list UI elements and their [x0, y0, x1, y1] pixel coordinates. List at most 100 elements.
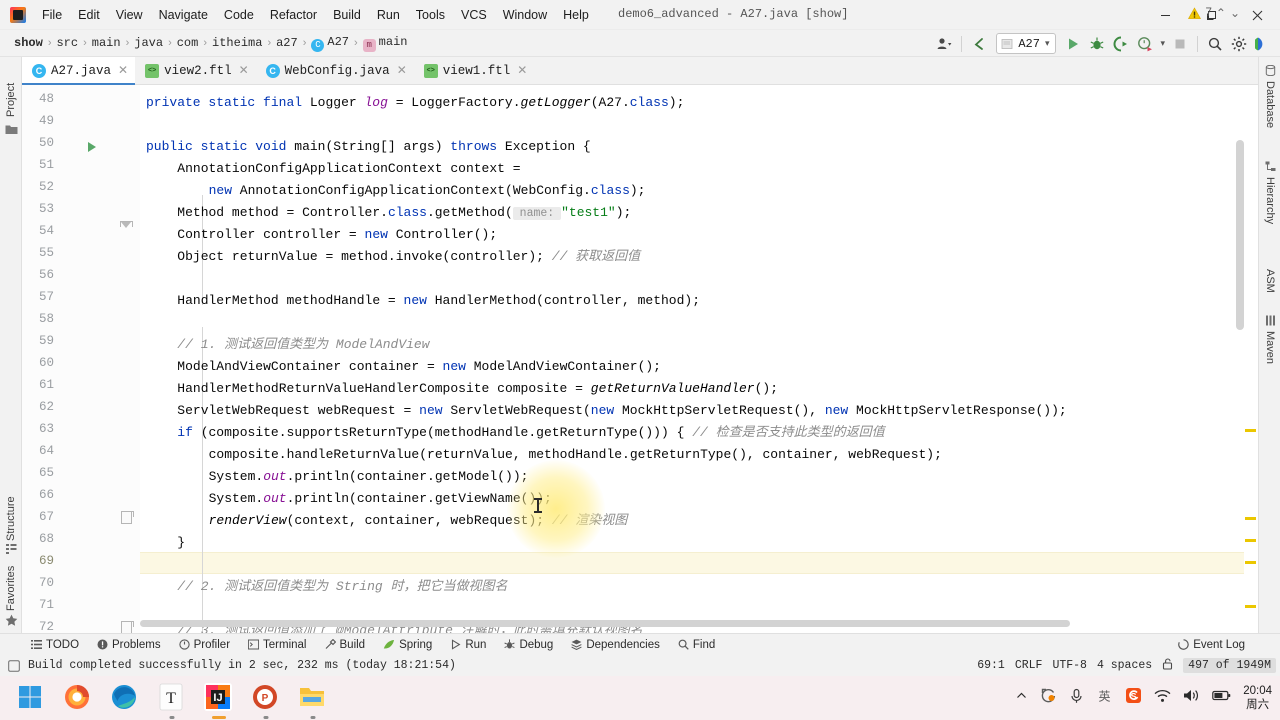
- code-line[interactable]: if (composite.supportsReturnType(methodH…: [177, 422, 884, 444]
- firefox-icon[interactable]: [63, 683, 93, 713]
- inspection-widget[interactable]: 7 ⌃ ⌄: [1188, 6, 1240, 20]
- warning-marker[interactable]: [1245, 605, 1256, 608]
- next-problem-icon[interactable]: ⌄: [1230, 6, 1240, 20]
- analysis-marker-gutter[interactable]: [1244, 85, 1258, 641]
- fold-marker-method[interactable]: [120, 221, 133, 233]
- warning-marker[interactable]: [1245, 539, 1256, 542]
- menu-file[interactable]: File: [34, 4, 70, 26]
- caret-position[interactable]: 69:1: [977, 659, 1005, 672]
- powerpoint-icon[interactable]: P: [251, 683, 281, 719]
- code-line[interactable]: }: [177, 532, 185, 554]
- close-tab-icon[interactable]: ✕: [395, 63, 407, 78]
- user-settings-button[interactable]: [933, 33, 955, 55]
- warning-marker[interactable]: [1245, 429, 1256, 432]
- ide-updates-button[interactable]: [1252, 33, 1274, 55]
- profiler-chevron-down-icon[interactable]: ▾: [1160, 38, 1165, 49]
- profiler-run-button[interactable]: [1134, 33, 1156, 55]
- intellij-idea-icon[interactable]: IJ: [204, 683, 234, 719]
- menu-edit[interactable]: Edit: [70, 4, 108, 26]
- volume-icon[interactable]: [1183, 688, 1200, 708]
- wifi-icon[interactable]: [1154, 689, 1171, 708]
- unlocked-icon[interactable]: [1162, 657, 1173, 674]
- breadcrumb-item-java[interactable]: java: [130, 34, 167, 52]
- settings-button[interactable]: [1228, 33, 1250, 55]
- sidebar-item-favorites[interactable]: Favorites: [0, 549, 22, 611]
- code-editor[interactable]: 48 49 50 51 52 53 54 55 56 57 58 59 60 61 62 63 64 65 66 67…: [22, 85, 1258, 633]
- sidebar-item-maven[interactable]: Maven: [1259, 331, 1280, 381]
- breadcrumb-item-com[interactable]: com: [173, 34, 203, 52]
- code-line[interactable]: composite.handleReturnValue(returnValue,…: [209, 444, 942, 466]
- warning-marker[interactable]: [1245, 517, 1256, 520]
- menu-refactor[interactable]: Refactor: [262, 4, 325, 26]
- sogou-pinyin-icon[interactable]: S: [1125, 687, 1142, 709]
- stop-button[interactable]: [1169, 33, 1191, 55]
- start-windows-icon[interactable]: [16, 683, 46, 713]
- code-line[interactable]: renderView(context, container, webReques…: [209, 510, 628, 532]
- code-line[interactable]: // 2. 测试返回值类型为 String 时，把它当做视图名: [177, 576, 507, 598]
- code-line[interactable]: HandlerMethod methodHandle = new Handler…: [177, 290, 700, 312]
- breadcrumb-item-main[interactable]: main: [88, 34, 125, 52]
- taskbar-clock[interactable]: 20:04 周六: [1243, 684, 1272, 713]
- tool-button-find[interactable]: Find: [669, 639, 724, 651]
- back-button[interactable]: [968, 33, 990, 55]
- sidebar-item-hierarchy[interactable]: Hierarchy: [1259, 177, 1280, 247]
- breadcrumb-item-class[interactable]: C A27: [307, 33, 353, 54]
- tool-button-run[interactable]: Run: [441, 639, 495, 651]
- breadcrumb-item-a27[interactable]: a27: [272, 34, 302, 52]
- code-line[interactable]: Controller controller = new Controller()…: [177, 224, 497, 246]
- run-configuration-selector[interactable]: A27 ▾: [996, 33, 1057, 54]
- run-button[interactable]: [1062, 33, 1084, 55]
- indent-setting[interactable]: 4 spaces: [1097, 659, 1152, 672]
- close-tab-icon[interactable]: ✕: [237, 63, 249, 78]
- code-line[interactable]: System.out.println(container.getViewName…: [209, 488, 552, 510]
- code-line[interactable]: private static final Logger log = Logger…: [146, 92, 684, 114]
- code-line[interactable]: Object returnValue = method.invoke(contr…: [177, 246, 640, 268]
- sidebar-item-asm[interactable]: ASM: [1259, 269, 1280, 309]
- file-explorer-icon[interactable]: [298, 683, 328, 719]
- tool-button-spring[interactable]: Spring: [374, 639, 441, 651]
- sidebar-item-database[interactable]: Database: [1259, 81, 1280, 145]
- microphone-icon[interactable]: [1069, 688, 1084, 709]
- editor-tab-view2-ftl[interactable]: <> view2.ftl ✕: [135, 57, 256, 84]
- menu-build[interactable]: Build: [325, 4, 369, 26]
- fold-marker-block[interactable]: [121, 621, 134, 633]
- sidebar-item-structure[interactable]: Structure: [0, 479, 22, 541]
- prev-problem-icon[interactable]: ⌃: [1216, 6, 1226, 20]
- tool-button-build[interactable]: Build: [316, 639, 375, 651]
- editor-horizontal-scrollbar-thumb[interactable]: [140, 620, 1070, 627]
- build-status-icon[interactable]: [8, 659, 20, 672]
- sogou-tools-icon[interactable]: [1040, 687, 1057, 709]
- editor-scrollbar-thumb[interactable]: [1236, 140, 1244, 330]
- run-with-coverage-button[interactable]: [1110, 33, 1132, 55]
- breadcrumb-item-method[interactable]: m main: [359, 33, 412, 54]
- search-everywhere-button[interactable]: [1204, 33, 1226, 55]
- edge-icon[interactable]: [110, 683, 140, 713]
- breadcrumb-item-show[interactable]: show: [10, 34, 47, 52]
- tool-button-debug[interactable]: Debug: [495, 639, 562, 651]
- code-line[interactable]: HandlerMethodReturnValueHandlerComposite…: [177, 378, 778, 400]
- menu-run[interactable]: Run: [369, 4, 408, 26]
- breadcrumb-item-itheima[interactable]: itheima: [208, 34, 266, 52]
- tool-button-terminal[interactable]: Terminal: [239, 639, 315, 651]
- fold-marker-if[interactable]: [121, 511, 134, 524]
- menu-help[interactable]: Help: [555, 4, 597, 26]
- sidebar-item-project[interactable]: Project: [0, 61, 22, 134]
- tool-button-profiler[interactable]: Profiler: [170, 639, 239, 651]
- editor-tab-webconfig-java[interactable]: C WebConfig.java ✕: [256, 57, 414, 84]
- memory-indicator[interactable]: 497 of 1949M: [1183, 658, 1276, 673]
- ime-chinese-icon[interactable]: 英: [1096, 688, 1113, 709]
- code-line[interactable]: public static void main(String[] args) t…: [146, 136, 591, 158]
- close-tab-icon[interactable]: ✕: [116, 63, 128, 78]
- breadcrumb-item-src[interactable]: src: [52, 34, 82, 52]
- battery-icon[interactable]: [1212, 689, 1231, 707]
- code-line[interactable]: // 1. 测试返回值类型为 ModelAndView: [177, 334, 429, 356]
- chevron-up-icon[interactable]: [1015, 689, 1028, 707]
- line-separator[interactable]: CRLF: [1015, 659, 1043, 672]
- menu-code[interactable]: Code: [216, 4, 262, 26]
- menu-navigate[interactable]: Navigate: [151, 4, 216, 26]
- tool-button-dependencies[interactable]: Dependencies: [562, 639, 669, 651]
- tool-button-event-log[interactable]: Event Log: [1169, 639, 1254, 651]
- warning-marker[interactable]: [1245, 561, 1256, 564]
- code-line[interactable]: ServletWebRequest webRequest = new Servl…: [177, 400, 1066, 422]
- code-line[interactable]: new AnnotationConfigApplicationContext(W…: [209, 180, 646, 202]
